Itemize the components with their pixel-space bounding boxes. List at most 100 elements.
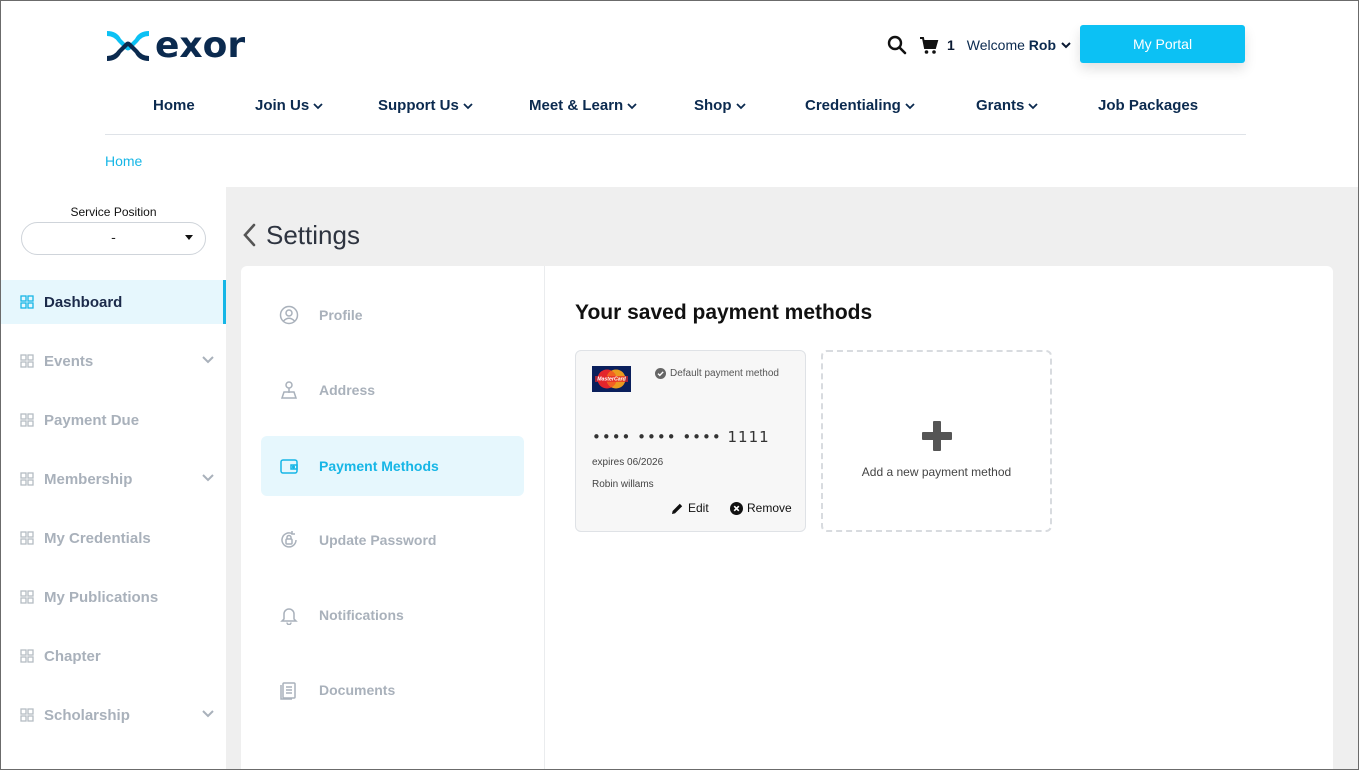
search-icon[interactable] <box>887 35 907 55</box>
bell-icon <box>280 608 298 625</box>
nav-label: Home <box>153 97 195 114</box>
sidebar-item-my-credentials[interactable]: My Credentials <box>1 516 226 560</box>
nav-label: Support Us <box>378 97 459 114</box>
grid-icon <box>20 472 34 486</box>
nav-label: Join Us <box>255 97 310 114</box>
chevron-down-icon <box>313 102 323 109</box>
top-utility-bar: 1 Welcome Rob <box>887 33 1071 57</box>
tab-profile[interactable]: Profile <box>261 285 524 345</box>
mastercard-logo-text: MasterCard <box>597 377 626 383</box>
tab-payment-methods[interactable]: Payment Methods <box>261 436 524 496</box>
caret-down-icon <box>185 235 193 240</box>
breadcrumb-home[interactable]: Home <box>105 153 142 169</box>
exor-logo-icon <box>107 31 149 61</box>
document-icon <box>280 682 296 700</box>
nav-label: Job Packages <box>1098 97 1199 114</box>
tab-update-password[interactable]: Update Password <box>261 510 524 570</box>
chevron-down-icon <box>627 102 637 109</box>
tab-documents[interactable]: Documents <box>261 660 524 720</box>
check-circle-icon <box>655 368 666 379</box>
edit-label: Edit <box>688 501 709 515</box>
sidebar-item-label: Payment Due <box>44 411 140 429</box>
nav-job-packages[interactable]: Job Packages <box>1098 97 1198 114</box>
card-holder: Robin willams <box>592 479 654 490</box>
default-payment-label: Default payment method <box>670 368 779 379</box>
logo-wordmark: exor <box>155 25 246 66</box>
nav-label: Shop <box>694 97 732 114</box>
sidebar-item-chapter[interactable]: Chapter <box>1 634 226 678</box>
pencil-icon <box>672 503 683 514</box>
nav-credentialing[interactable]: Credentialing <box>805 97 915 114</box>
sidebar-item-scholarship[interactable]: Scholarship <box>1 693 226 737</box>
nav-label: Grants <box>976 97 1025 114</box>
chevron-down-icon <box>905 102 915 109</box>
tab-label: Update Password <box>319 532 437 548</box>
sidebar-item-label: Dashboard <box>44 293 123 311</box>
chevron-down-icon[interactable] <box>202 356 214 364</box>
grid-icon <box>20 295 34 309</box>
remove-label: Remove <box>747 501 792 515</box>
tab-label: Notifications <box>319 607 404 623</box>
saved-payment-card: MasterCard Default payment method •••• •… <box>575 350 806 532</box>
sidebar-item-label: My Publications <box>44 588 159 606</box>
main-nav: Home Join Us Support Us Meet & Learn Sho… <box>105 97 1246 121</box>
payment-methods-heading: Your saved payment methods <box>575 301 873 324</box>
lock-refresh-icon <box>281 531 297 548</box>
chevron-down-icon[interactable] <box>1061 40 1071 50</box>
chevron-down-icon <box>463 102 473 109</box>
cart-count[interactable]: 1 <box>947 37 955 53</box>
nav-join-us[interactable]: Join Us <box>255 97 323 114</box>
grid-icon <box>20 649 34 663</box>
welcome-user: Rob <box>1028 37 1056 53</box>
sidebar-item-label: Scholarship <box>44 706 130 724</box>
grid-icon <box>20 531 34 545</box>
sidebar-item-my-publications[interactable]: My Publications <box>1 575 226 619</box>
back-chevron-icon[interactable] <box>242 223 256 247</box>
remove-card-button[interactable]: Remove <box>730 501 792 515</box>
page-title: Settings <box>266 220 360 250</box>
nav-shop[interactable]: Shop <box>694 97 746 114</box>
sidebar-item-label: Chapter <box>44 647 101 665</box>
location-pin-icon <box>280 381 298 399</box>
nav-label: Meet & Learn <box>529 97 624 114</box>
plus-icon <box>922 421 952 451</box>
sidebar-item-events[interactable]: Events <box>1 339 226 383</box>
add-payment-method-button[interactable]: Add a new payment method <box>821 350 1052 532</box>
settings-card: Profile Address Payment Methods Update P… <box>241 266 1333 769</box>
my-portal-button[interactable]: My Portal <box>1080 25 1245 63</box>
sidebar-item-label: Events <box>44 352 94 370</box>
sidebar-item-payment-due[interactable]: Payment Due <box>1 398 226 442</box>
nav-meet-learn[interactable]: Meet & Learn <box>529 97 637 114</box>
wallet-icon <box>280 459 298 474</box>
card-number: •••• •••• •••• 1111 <box>592 428 770 446</box>
nav-divider <box>105 134 1246 135</box>
nav-label: Credentialing <box>805 97 901 114</box>
add-payment-label: Add a new payment method <box>861 465 1012 479</box>
sidebar-item-label: Membership <box>44 470 133 488</box>
welcome-prefix: Welcome <box>966 37 1025 53</box>
welcome-menu[interactable]: Welcome Rob <box>967 37 1056 53</box>
service-position-select[interactable]: - <box>21 222 206 255</box>
grid-icon <box>20 354 34 368</box>
exor-logo[interactable]: exor <box>105 28 245 64</box>
service-position-label: Service Position <box>70 205 157 219</box>
nav-support-us[interactable]: Support Us <box>378 97 473 114</box>
cart-icon[interactable] <box>919 35 939 55</box>
sidebar-item-membership[interactable]: Membership <box>1 457 226 501</box>
grid-icon <box>20 413 34 427</box>
site-header: exor 1 Welcome Rob My Portal Home Join U… <box>1 1 1358 187</box>
user-circle-icon <box>279 305 299 325</box>
close-circle-icon <box>730 501 743 515</box>
nav-home[interactable]: Home <box>153 97 195 114</box>
sidebar-item-dashboard[interactable]: Dashboard <box>1 280 226 324</box>
main-content: Settings Profile Address Payment Methods <box>226 187 1358 769</box>
tab-label: Profile <box>319 307 363 323</box>
tab-notifications[interactable]: Notifications <box>261 585 524 645</box>
sidebar-item-label: My Credentials <box>44 529 151 547</box>
tab-address[interactable]: Address <box>261 360 524 420</box>
sidebar: Service Position - Dashboard Events Paym… <box>1 187 226 769</box>
edit-card-button[interactable]: Edit <box>671 501 709 515</box>
chevron-down-icon[interactable] <box>202 710 214 718</box>
chevron-down-icon[interactable] <box>202 474 214 482</box>
nav-grants[interactable]: Grants <box>976 97 1038 114</box>
